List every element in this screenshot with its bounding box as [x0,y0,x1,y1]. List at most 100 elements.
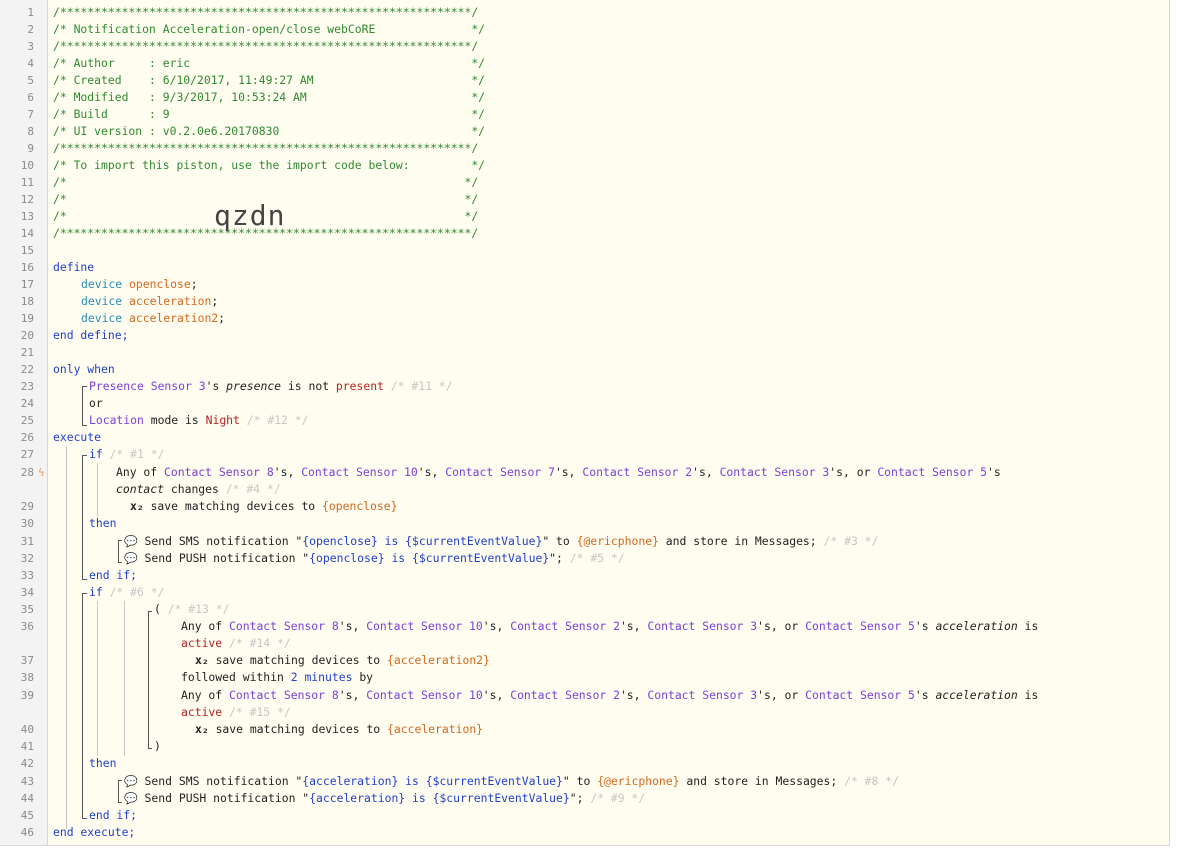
restriction-bracket [82,386,83,425]
device-contact-sensor-5[interactable]: Contact Sensor 5 [805,619,915,633]
operator-is: is [1017,619,1039,633]
device-contact-sensor-5[interactable]: Contact Sensor 5 [805,688,915,702]
code-line-37[interactable]: x₂ save matching devices to {acceleratio… [195,652,490,669]
code-line-40[interactable]: x₂ save matching devices to {acceleratio… [195,721,483,738]
line-number: 11 [20,176,34,189]
line-number: 14 [20,227,34,240]
line-number: 29 [20,500,34,513]
line-number: 33 [20,569,34,582]
sms-action: Send SMS notification " [137,534,303,548]
then-bracket [118,780,119,802]
device-contact-sensor-2[interactable]: Contact Sensor 2 [582,465,692,479]
device-contact-sensor-2[interactable]: Contact Sensor 2 [510,619,620,633]
separator: 's, [619,619,648,633]
code-line-11: /* */ [53,175,479,189]
separator: 's, or [757,688,806,702]
attribute-acceleration: acceleration [935,619,1018,633]
code-line-39b[interactable]: active /* #15 */ [181,704,291,721]
device-presence-sensor-3[interactable]: Presence Sensor 3 [89,379,206,393]
indent-guide [124,601,125,756]
code-editor[interactable]: 1 2 3 4 5 6 7 8 9 10 11 12 13 14 15 16 17 18 19 20 21 22 23 24 2… [0,0,1170,846]
code-line-39[interactable]: Any of Contact Sensor 8's, Contact Senso… [181,687,1038,704]
end-define: end define; [53,328,129,342]
duration-2-minutes[interactable]: 2 minutes [291,670,353,684]
line-number: 45 [20,809,34,822]
statement-id: /* #14 */ [229,636,291,650]
code-line-1: /***************************************… [53,5,479,19]
var-ericphone[interactable]: {@ericphone} [597,774,679,788]
message-bubble-icon: 💬 [124,552,138,565]
device-contact-sensor-10[interactable]: Contact Sensor 10 [366,688,483,702]
var-acceleration[interactable]: {acceleration} [387,722,483,736]
device-contact-sensor-3[interactable]: Contact Sensor 3 [720,465,830,479]
var-acceleration2[interactable]: {acceleration2} [387,653,490,667]
line-number: 9 [27,142,34,155]
only-when-keyword[interactable]: only when [53,361,115,378]
var-ericphone[interactable]: {@ericphone} [577,534,659,548]
line-number: 4 [27,57,34,70]
code-line-23[interactable]: Presence Sensor 3's presence is not pres… [89,378,453,395]
statement-id: /* #12 */ [246,413,309,427]
device-contact-sensor-8[interactable]: Contact Sensor 8 [229,688,339,702]
value-active: active [181,705,223,719]
device-contact-sensor-8[interactable]: Contact Sensor 8 [164,465,274,479]
bracket-tick [82,579,87,580]
any-of: Any of [116,465,165,479]
bracket-tick [148,748,152,749]
code-line-27[interactable]: if /* #1 */ [89,446,164,463]
code-line-38[interactable]: followed within 2 minutes by [181,669,373,686]
device-contact-sensor-7[interactable]: Contact Sensor 7 [445,465,555,479]
import-code[interactable]: qzdn [214,199,285,232]
var-openclose[interactable]: {openclose} [322,499,397,513]
trigger-bolt-icon: ϟ [38,466,45,479]
code-line-29[interactable]: x₂ save matching devices to {openclose} [130,498,397,515]
code-line-34[interactable]: if /* #6 */ [89,584,164,601]
if-keyword[interactable]: if [89,585,103,599]
code-line-43[interactable]: 💬 Send SMS notification "{acceleration} … [124,773,899,790]
or-operator[interactable]: or [89,396,103,410]
separator: 's, [554,465,583,479]
end-if-1: end if; [89,568,138,582]
device-var-acceleration[interactable]: acceleration [129,294,211,308]
device-contact-sensor-5[interactable]: Contact Sensor 5 [877,465,987,479]
code-line-25[interactable]: Location mode is Night /* #12 */ [89,412,309,429]
define-keyword: define [53,260,95,274]
line-number: 32 [20,552,34,565]
device-var-acceleration2[interactable]: acceleration2 [129,311,218,325]
end-execute: end execute; [53,825,136,839]
end-quote: "; [569,791,591,805]
if-keyword[interactable]: if [89,447,103,461]
end-if-2: end if; [89,808,138,822]
possessive: 's [914,688,929,702]
store-text: and store in Messages; [658,534,824,548]
device-contact-sensor-10[interactable]: Contact Sensor 10 [366,619,483,633]
code-line-28[interactable]: Any of Contact Sensor 8 's, Contact Senso… [116,464,1001,481]
device-contact-sensor-8[interactable]: Contact Sensor 8 [229,619,339,633]
code-line-32[interactable]: 💬 Send PUSH notification "{openclose} is… [124,550,625,567]
separator: 's, [619,688,648,702]
line-number: 40 [20,723,34,736]
line-number: 18 [20,295,34,308]
code-line-31[interactable]: 💬 Send SMS notification "{openclose} is … [124,533,878,550]
statement-id: /* #11 */ [390,379,453,393]
device-contact-sensor-3[interactable]: Contact Sensor 3 [647,619,757,633]
code-line-36[interactable]: Any of Contact Sensor 8 's, Contact Senso… [181,618,1038,635]
device-var-openclose[interactable]: openclose [129,277,191,291]
device-contact-sensor-3[interactable]: Contact Sensor 3 [647,688,757,702]
line-number: 3 [27,40,34,53]
line-number-gutter: 1 2 3 4 5 6 7 8 9 10 11 12 13 14 15 16 17 18 19 20 21 22 23 24 2… [0,0,48,845]
statement-id: /* #6 */ [109,585,165,599]
device-contact-sensor-10[interactable]: Contact Sensor 10 [301,465,418,479]
separator: 's, [692,465,720,479]
location-device[interactable]: Location [89,413,144,427]
device-contact-sensor-2[interactable]: Contact Sensor 2 [510,688,620,702]
any-of: Any of [181,619,230,633]
separator: 's, or [829,465,878,479]
code-line-36b[interactable]: active /* #14 */ [181,635,291,652]
code-line-44[interactable]: 💬 Send PUSH notification "{acceleration}… [124,790,645,807]
code-line-35[interactable]: ( /* #13 */ [154,601,229,618]
operator: is not [281,379,336,393]
code-line-28b[interactable]: contact changes /* #4 */ [116,481,281,498]
line-number: 41 [20,740,34,753]
line-number: 24 [20,397,34,410]
